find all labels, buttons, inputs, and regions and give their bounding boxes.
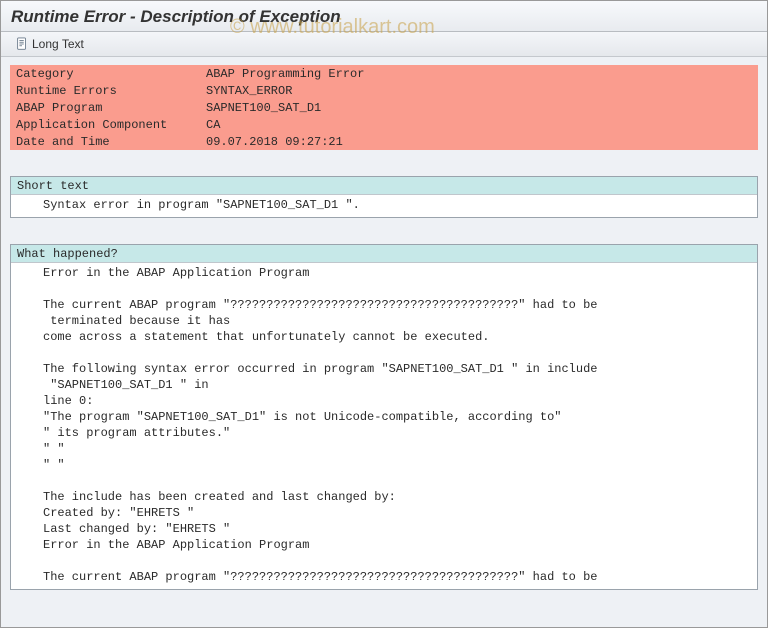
info-label: ABAP Program bbox=[10, 99, 200, 116]
window-title: Runtime Error - Description of Exception bbox=[1, 1, 767, 32]
short-text-heading: Short text bbox=[11, 177, 757, 195]
text-line bbox=[11, 553, 757, 569]
info-label: Application Component bbox=[10, 116, 200, 133]
short-text-section: Short text Syntax error in program "SAPN… bbox=[10, 176, 758, 218]
text-line: "The program "SAPNET100_SAT_D1" is not U… bbox=[11, 409, 757, 425]
info-value: 09.07.2018 09:27:21 bbox=[200, 133, 758, 150]
table-row: ABAP ProgramSAPNET100_SAT_D1 bbox=[10, 99, 758, 116]
text-line: The following syntax error occurred in p… bbox=[11, 361, 757, 377]
short-text-body: Syntax error in program "SAPNET100_SAT_D… bbox=[11, 195, 757, 217]
text-line: " " bbox=[11, 441, 757, 457]
text-line: Error in the ABAP Application Program bbox=[11, 265, 757, 281]
table-row: CategoryABAP Programming Error bbox=[10, 65, 758, 82]
info-label: Runtime Errors bbox=[10, 82, 200, 99]
text-line: come across a statement that unfortunate… bbox=[11, 329, 757, 345]
text-line: The current ABAP program "??????????????… bbox=[11, 569, 757, 585]
table-row: Runtime ErrorsSYNTAX_ERROR bbox=[10, 82, 758, 99]
text-line: line 0: bbox=[11, 393, 757, 409]
info-value: CA bbox=[200, 116, 758, 133]
document-icon bbox=[15, 37, 29, 51]
info-label: Category bbox=[10, 65, 200, 82]
text-line bbox=[11, 281, 757, 297]
what-happened-heading: What happened? bbox=[11, 245, 757, 263]
text-line: " its program attributes." bbox=[11, 425, 757, 441]
short-text-line: Syntax error in program "SAPNET100_SAT_D… bbox=[11, 197, 757, 213]
info-value: SAPNET100_SAT_D1 bbox=[200, 99, 758, 116]
text-line: The current ABAP program "??????????????… bbox=[11, 297, 757, 313]
content-area: CategoryABAP Programming ErrorRuntime Er… bbox=[1, 57, 767, 598]
text-line bbox=[11, 345, 757, 361]
long-text-label: Long Text bbox=[32, 37, 84, 51]
text-line bbox=[11, 473, 757, 489]
text-line: The include has been created and last ch… bbox=[11, 489, 757, 505]
toolbar: Long Text bbox=[1, 32, 767, 57]
text-line: " " bbox=[11, 457, 757, 473]
text-line: Error in the ABAP Application Program bbox=[11, 537, 757, 553]
error-info-table: CategoryABAP Programming ErrorRuntime Er… bbox=[10, 65, 758, 150]
text-line: "SAPNET100_SAT_D1 " in bbox=[11, 377, 757, 393]
text-line: terminated because it has bbox=[11, 313, 757, 329]
table-row: Date and Time09.07.2018 09:27:21 bbox=[10, 133, 758, 150]
info-label: Date and Time bbox=[10, 133, 200, 150]
info-value: SYNTAX_ERROR bbox=[200, 82, 758, 99]
text-line: Created by: "EHRETS " bbox=[11, 505, 757, 521]
what-happened-section: What happened? Error in the ABAP Applica… bbox=[10, 244, 758, 590]
long-text-button[interactable]: Long Text bbox=[9, 35, 90, 53]
table-row: Application ComponentCA bbox=[10, 116, 758, 133]
text-line: Last changed by: "EHRETS " bbox=[11, 521, 757, 537]
window-title-text: Runtime Error - Description of Exception bbox=[11, 7, 341, 26]
what-happened-body: Error in the ABAP Application Program Th… bbox=[11, 263, 757, 589]
info-value: ABAP Programming Error bbox=[200, 65, 758, 82]
